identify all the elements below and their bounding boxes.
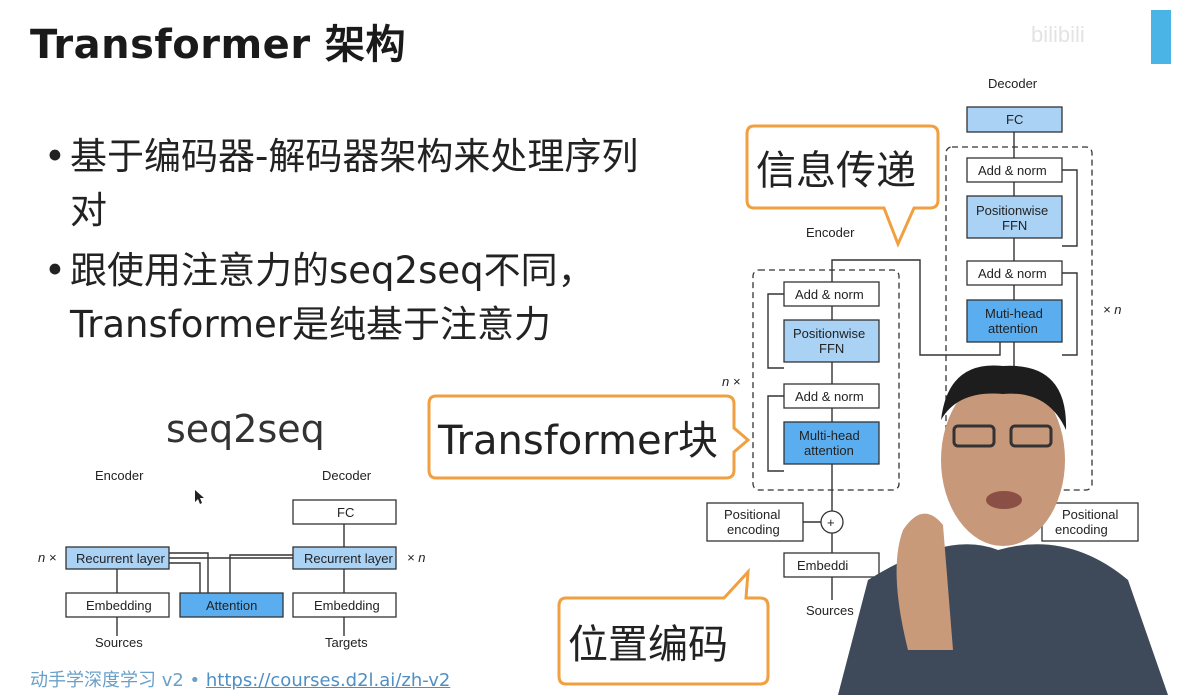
decoder-add-norm-label: Add & norm [978, 266, 1047, 281]
decoder-attention-label-1: Muti-head [985, 306, 1043, 321]
callout-transformer-block: Transformer块 [427, 394, 751, 480]
slide-title: Transformer 架构 [30, 22, 406, 68]
seq2seq-decoder-embedding-label: Embedding [314, 598, 380, 613]
callout-transformer-block-text: Transformer块 [437, 418, 718, 464]
mouse-cursor-icon [195, 490, 204, 504]
decoder-attention-label-2: attention [988, 321, 1038, 336]
transformer-decoder-label: Decoder [988, 76, 1038, 91]
seq2seq-n-right: × n [407, 550, 425, 565]
presenter-hand [896, 513, 953, 650]
seq2seq-title: seq2seq [166, 407, 325, 451]
seq2seq-decoder-recurrent-label: Recurrent layer [304, 551, 394, 566]
seq2seq-sources-label: Sources [95, 635, 143, 650]
decoder-add-norm-top-label: Add & norm [978, 163, 1047, 178]
seq2seq-encoder-label: Encoder [95, 468, 144, 483]
seq2seq-n-left: n × [38, 550, 56, 565]
seq2seq-diagram: Encoder Decoder FC n × Recurrent layer R… [38, 468, 425, 650]
presenter-shirt [838, 544, 1168, 695]
bullet-item: • 基于编码器-解码器架构来处理序列对 [44, 130, 664, 238]
presenter-mouth [986, 491, 1022, 509]
decoder-fc-label: FC [1006, 112, 1023, 127]
encoder-positional-label-2: encoding [727, 522, 780, 537]
callout-position-encoding: 位置编码 [557, 567, 770, 686]
callout-info-transfer-text: 信息传递 [756, 148, 916, 194]
encoder-add-norm-top-label: Add & norm [795, 287, 864, 302]
footer-prefix: 动手学深度学习 v2 • [30, 670, 206, 691]
bullet-dot: • [44, 135, 66, 178]
svg-text:bilibili: bilibili [1031, 22, 1085, 47]
encoder-n-times: n × [722, 374, 740, 389]
presenter-video [838, 365, 1168, 695]
seq2seq-decoder-label: Decoder [322, 468, 372, 483]
encoder-ffn-label-1: Positionwise [793, 326, 865, 341]
callout-info-transfer: 信息传递 [745, 124, 940, 248]
seq2seq-targets-label: Targets [325, 635, 368, 650]
decoder-n-times: × n [1103, 302, 1121, 317]
seq2seq-fc-label: FC [337, 505, 354, 520]
seq2seq-attention-label: Attention [206, 598, 257, 613]
seq2seq-arrows [116, 524, 345, 636]
callout-position-encoding-text: 位置编码 [568, 622, 728, 668]
decoder-ffn-label-2: FFN [1002, 218, 1027, 233]
seq2seq-encoder-recurrent-label: Recurrent layer [76, 551, 166, 566]
seq2seq-encoder-embedding-label: Embedding [86, 598, 152, 613]
watermark-logo-icon: bilibili [1031, 10, 1171, 64]
bullet-dot: • [44, 249, 66, 292]
decoder-ffn-label-1: Positionwise [976, 203, 1048, 218]
bullet-text: 基于编码器-解码器架构来处理序列对 [70, 135, 639, 232]
bullet-list: • 基于编码器-解码器架构来处理序列对 • 跟使用注意力的seq2seq不同，T… [44, 130, 664, 358]
footer-link[interactable]: https://courses.d2l.ai/zh-v2 [206, 670, 450, 691]
footer: 动手学深度学习 v2 • https://courses.d2l.ai/zh-v… [30, 666, 450, 692]
bullet-item: • 跟使用注意力的seq2seq不同，Transformer是纯基于注意力 [44, 244, 664, 352]
encoder-positional-label-1: Positional [724, 507, 780, 522]
bullet-text: 跟使用注意力的seq2seq不同，Transformer是纯基于注意力 [70, 249, 595, 346]
